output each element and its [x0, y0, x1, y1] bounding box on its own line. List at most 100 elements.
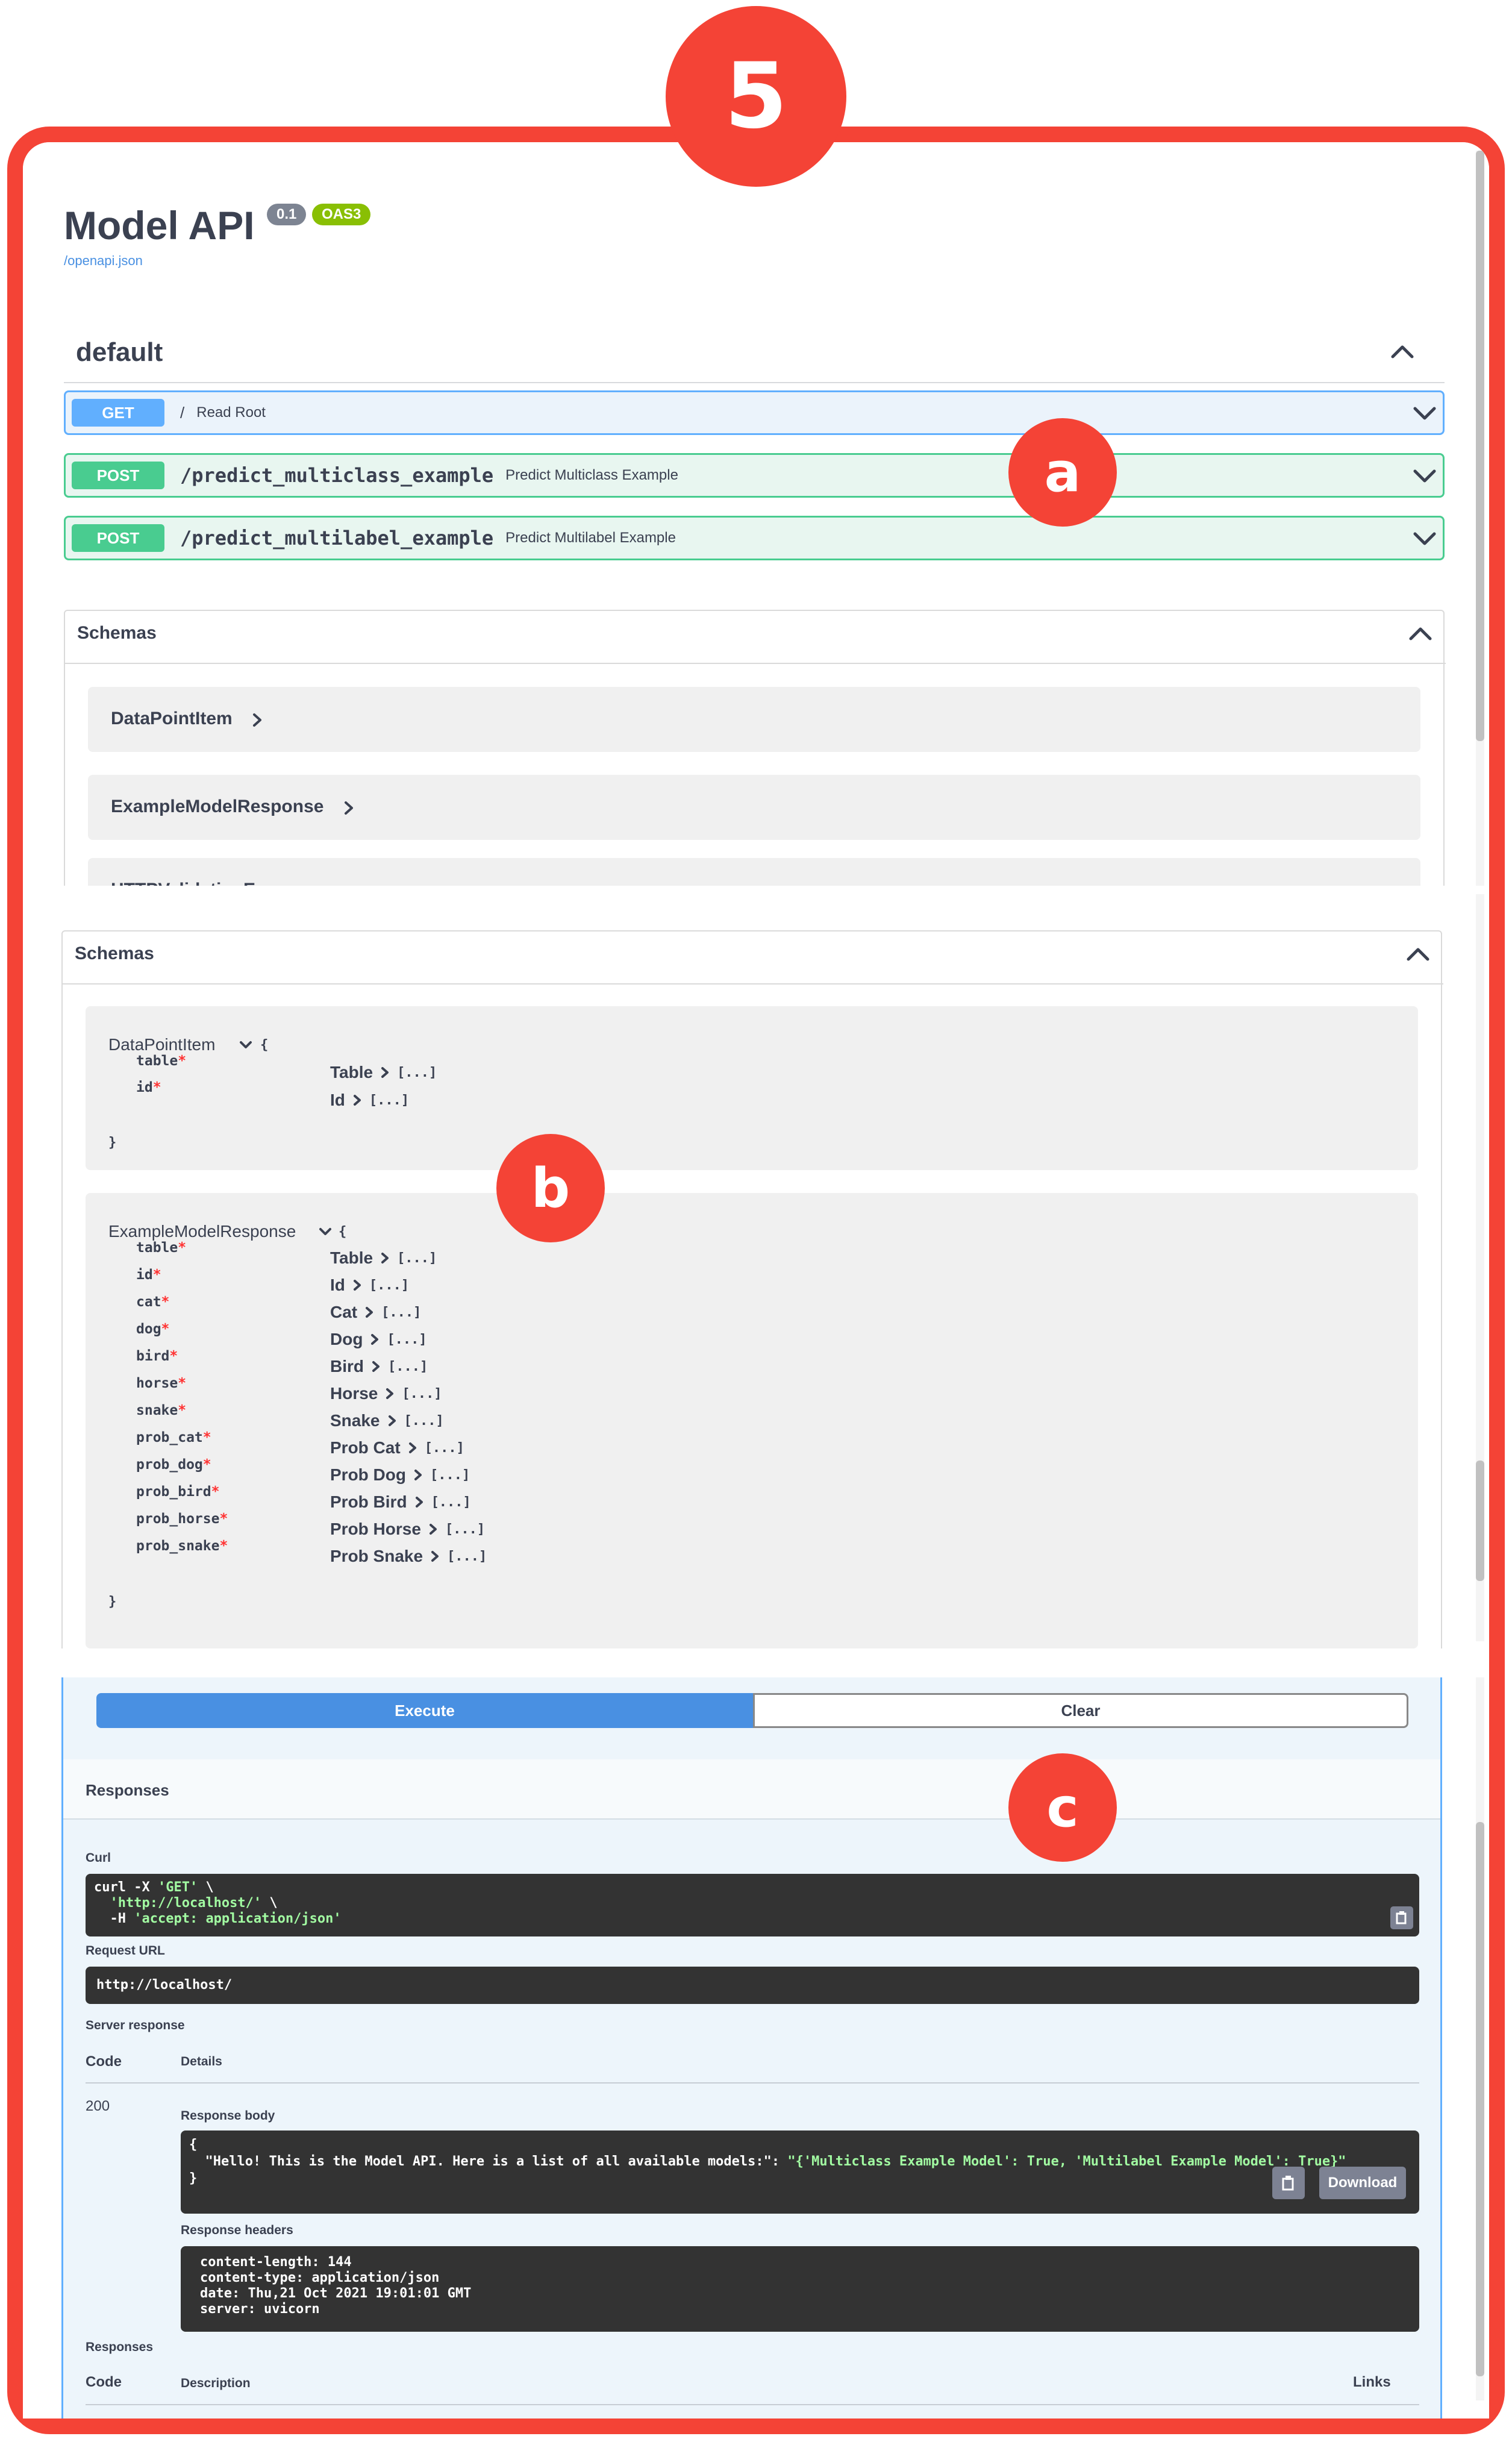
chevron-right-icon[interactable] — [369, 1332, 382, 1347]
schemas-title[interactable]: Schemas — [75, 944, 154, 964]
operation-path: /predict_multilabel_example — [180, 527, 494, 549]
chevron-right-icon[interactable] — [429, 1548, 442, 1564]
operation-post-multiclass[interactable]: POST /predict_multiclass_example Predict… — [64, 453, 1445, 498]
code-column-header: Code — [86, 2374, 122, 2390]
prop-title[interactable]: Snake [...] — [330, 1411, 444, 1430]
model-name[interactable]: ExampleModelResponse — [108, 1222, 296, 1241]
prop-title[interactable]: Prob Bird [...] — [330, 1492, 471, 1512]
chevron-right-icon[interactable] — [379, 1065, 392, 1080]
prop-title-table[interactable]: Table [...] — [330, 1063, 437, 1082]
chevron-right-icon[interactable] — [412, 1467, 425, 1483]
prop-title[interactable]: Horse [...] — [330, 1384, 442, 1403]
prop-title[interactable]: Prob Dog [...] — [330, 1465, 470, 1485]
copy-icon[interactable] — [1390, 1906, 1413, 1929]
chevron-down-icon[interactable] — [318, 1226, 333, 1238]
chevron-right-icon[interactable] — [351, 1277, 364, 1293]
prop-title[interactable]: Prob Cat [...] — [330, 1438, 464, 1457]
scrollbar[interactable] — [1476, 151, 1484, 886]
table-divider — [86, 2404, 1419, 2405]
schemas-title[interactable]: Schemas — [77, 623, 157, 643]
prop-key: id* — [136, 1267, 161, 1283]
model-name: ExampleModelResponse — [111, 797, 324, 816]
version-badge: 0.1 — [267, 204, 307, 225]
schemas-section-expanded: Schemas DataPointItem { table* id* Table… — [61, 930, 1443, 1648]
model-name: HTTPValidationError — [111, 880, 287, 886]
page-title: Model API — [64, 203, 255, 248]
curl-line: -H 'accept: application/json' — [94, 1911, 342, 1926]
status-code: 200 — [86, 2098, 110, 2114]
prop-title[interactable]: Dog [...] — [330, 1330, 427, 1349]
download-button[interactable]: Download — [1319, 2167, 1406, 2199]
prop-key: cat* — [136, 1294, 170, 1310]
curl-label: Curl — [86, 1851, 111, 1865]
model-name[interactable]: DataPointItem — [108, 1035, 215, 1054]
links-column-header: Links — [1353, 2374, 1391, 2390]
response-body-label: Response body — [181, 2109, 275, 2123]
chevron-up-icon[interactable] — [1408, 624, 1432, 642]
chevron-right-icon[interactable] — [342, 799, 357, 817]
prop-title[interactable]: Table [...] — [330, 1248, 437, 1268]
chevron-right-icon[interactable] — [370, 1359, 383, 1374]
step-badge: 5 — [666, 6, 846, 187]
model-examplemodelresponse[interactable]: ExampleModelResponse — [88, 775, 1420, 840]
chevron-down-icon[interactable] — [1413, 529, 1437, 547]
description-column-header: Description — [181, 2376, 251, 2390]
prop-key: prob_dog* — [136, 1457, 211, 1473]
chevron-right-icon[interactable] — [386, 1413, 399, 1429]
default-section-title[interactable]: default — [76, 337, 163, 368]
chevron-down-icon[interactable] — [1413, 404, 1437, 422]
model-httpvalidationerror[interactable]: HTTPValidationError — [88, 858, 1420, 886]
clear-button[interactable]: Clear — [753, 1693, 1408, 1728]
prop-key-id: id* — [136, 1080, 161, 1095]
response-header-line: date: Thu,21 Oct 2021 19:01:01 GMT — [200, 2286, 472, 2301]
operation-summary: Read Root — [196, 404, 266, 421]
response-header-line: server: uvicorn — [200, 2302, 320, 2317]
chevron-up-icon[interactable] — [1406, 945, 1430, 963]
response-body-block: { "Hello! This is the Model API. Here is… — [181, 2130, 1419, 2214]
prop-key-table: table* — [136, 1053, 187, 1069]
prop-title[interactable]: Id [...] — [330, 1276, 409, 1295]
request-url-label: Request URL — [86, 1944, 165, 1958]
chevron-right-icon[interactable] — [407, 1440, 420, 1456]
copy-icon[interactable] — [1272, 2167, 1305, 2199]
operation-get-root[interactable]: GET / Read Root — [64, 390, 1445, 435]
prop-key: prob_snake* — [136, 1538, 228, 1554]
scrollbar-thumb[interactable] — [1476, 151, 1484, 741]
chevron-right-icon[interactable] — [413, 1494, 426, 1510]
openapi-link[interactable]: /openapi.json — [64, 253, 143, 269]
chevron-right-icon[interactable] — [251, 711, 265, 729]
scrollbar-thumb[interactable] — [1476, 1822, 1484, 2376]
prop-title[interactable]: Cat [...] — [330, 1303, 421, 1322]
close-brace: } — [108, 1594, 117, 1609]
chevron-up-icon[interactable] — [1390, 342, 1414, 360]
scrollbar[interactable] — [1476, 1677, 1484, 2400]
operation-path: / — [180, 403, 185, 422]
prop-key: table* — [136, 1240, 187, 1256]
chevron-right-icon[interactable] — [363, 1304, 376, 1320]
operation-summary: Predict Multiclass Example — [505, 467, 678, 483]
chevron-right-icon[interactable] — [379, 1250, 392, 1266]
curl-line: curl -X 'GET' \ — [94, 1880, 214, 1895]
chevron-right-icon[interactable] — [427, 1521, 440, 1537]
prop-title[interactable]: Prob Snake [...] — [330, 1547, 487, 1566]
chevron-down-icon[interactable] — [1413, 466, 1437, 484]
chevron-right-icon[interactable] — [351, 1092, 364, 1108]
section-divider — [64, 382, 1445, 383]
scrollbar-thumb[interactable] — [1476, 1461, 1484, 1581]
operation-post-multilabel[interactable]: POST /predict_multilabel_example Predict… — [64, 516, 1445, 560]
callout-c: c — [1008, 1753, 1117, 1862]
responses-title: Responses — [86, 1781, 169, 1799]
chevron-down-icon[interactable] — [239, 1039, 253, 1051]
prop-title[interactable]: Prob Horse [...] — [330, 1520, 485, 1539]
chevron-right-icon[interactable] — [384, 1386, 397, 1401]
model-name: DataPointItem — [111, 709, 233, 728]
oas-badge: OAS3 — [312, 204, 371, 225]
response-headers-block: content-length: 144 content-type: applica… — [181, 2246, 1419, 2332]
execute-button[interactable]: Execute — [96, 1693, 753, 1728]
prop-title-id[interactable]: Id [...] — [330, 1091, 409, 1110]
panel-try-it-out: Execute Clear Responses Curl curl -X 'GE… — [23, 1677, 1489, 2419]
prop-title[interactable]: Bird [...] — [330, 1357, 428, 1376]
operation-summary: Predict Multilabel Example — [505, 530, 676, 546]
scrollbar[interactable] — [1476, 894, 1484, 1641]
model-datapointitem[interactable]: DataPointItem — [88, 687, 1420, 752]
